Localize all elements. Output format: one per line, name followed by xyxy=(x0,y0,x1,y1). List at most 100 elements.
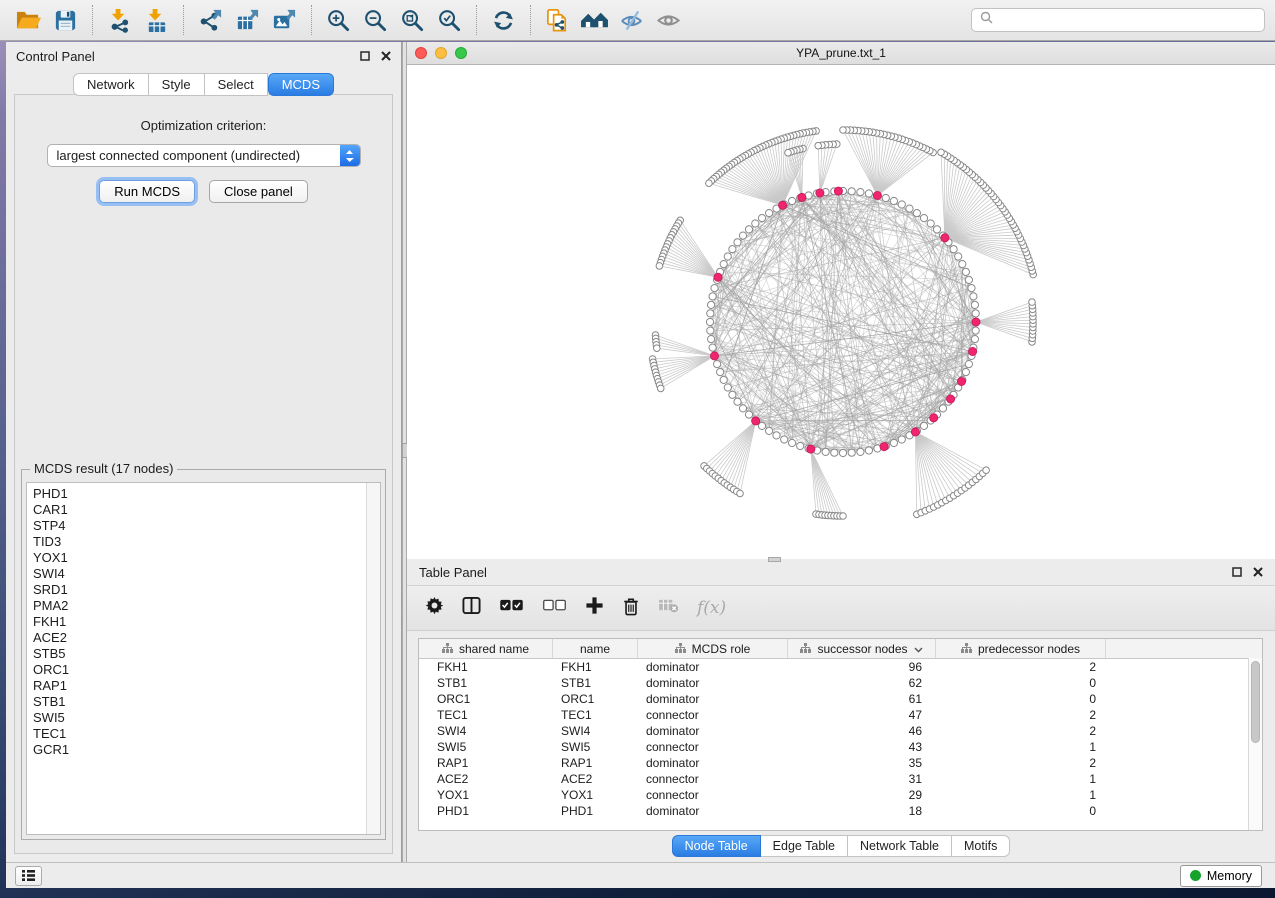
table-scrollbar[interactable] xyxy=(1248,658,1262,830)
close-panel-icon[interactable] xyxy=(381,49,391,64)
network-node[interactable] xyxy=(920,215,927,222)
mcds-result-item[interactable]: GCR1 xyxy=(33,742,366,758)
clone-network-icon[interactable] xyxy=(539,4,576,36)
zoom-selected-icon[interactable] xyxy=(431,4,468,36)
table-row[interactable]: YOX1YOX1connector291 xyxy=(419,787,1262,803)
network-node[interactable] xyxy=(758,422,765,429)
mcds-dominator-node[interactable] xyxy=(957,377,965,385)
mcds-result-item[interactable]: YOX1 xyxy=(33,550,366,566)
network-node[interactable] xyxy=(745,226,752,233)
network-node[interactable] xyxy=(971,336,978,343)
mcds-dominator-node[interactable] xyxy=(779,201,787,209)
network-node[interactable] xyxy=(789,197,796,204)
criterion-dropdown[interactable]: largest connected component (undirected) xyxy=(47,144,361,167)
mcds-list-scrollbar[interactable] xyxy=(366,483,380,834)
network-node[interactable] xyxy=(965,276,972,283)
close-table-panel-icon[interactable] xyxy=(1253,565,1263,580)
run-mcds-button[interactable]: Run MCDS xyxy=(99,180,195,203)
network-node[interactable] xyxy=(950,246,957,253)
table-tab-edge-table[interactable]: Edge Table xyxy=(761,835,848,857)
import-network-icon[interactable] xyxy=(101,4,138,36)
network-leaf-node[interactable] xyxy=(1029,299,1036,306)
table-tab-motifs[interactable]: Motifs xyxy=(952,835,1010,857)
network-node[interactable] xyxy=(729,391,736,398)
horizontal-divider-handle[interactable] xyxy=(768,557,781,562)
mcds-result-item[interactable]: RAP1 xyxy=(33,678,366,694)
network-node[interactable] xyxy=(752,220,759,227)
table-row[interactable]: STB1STB1dominator620 xyxy=(419,675,1262,691)
mcds-result-item[interactable]: FKH1 xyxy=(33,614,366,630)
network-node[interactable] xyxy=(831,449,838,456)
table-row[interactable]: FKH1FKH1dominator962 xyxy=(419,659,1262,675)
mcds-result-item[interactable]: TID3 xyxy=(33,534,366,550)
network-node[interactable] xyxy=(898,201,905,208)
tab-style[interactable]: Style xyxy=(149,73,205,96)
network-node[interactable] xyxy=(857,448,864,455)
column-layout-icon[interactable] xyxy=(462,596,481,620)
mcds-dominator-node[interactable] xyxy=(911,428,919,436)
mcds-dominator-node[interactable] xyxy=(941,234,949,242)
maximize-window-icon[interactable] xyxy=(455,47,467,59)
network-node[interactable] xyxy=(797,442,804,449)
mcds-result-item[interactable]: PMA2 xyxy=(33,598,366,614)
network-node[interactable] xyxy=(822,448,829,455)
network-leaf-node[interactable] xyxy=(815,142,822,149)
open-session-icon[interactable] xyxy=(10,4,47,36)
network-node[interactable] xyxy=(720,261,727,268)
task-history-button[interactable] xyxy=(15,866,42,886)
search-input[interactable] xyxy=(998,12,1256,28)
network-leaf-node[interactable] xyxy=(654,345,661,352)
zoom-in-icon[interactable] xyxy=(320,4,357,36)
table-row[interactable]: SWI4SWI4dominator462 xyxy=(419,723,1262,739)
mcds-result-item[interactable]: STB1 xyxy=(33,694,366,710)
network-node[interactable] xyxy=(720,376,727,383)
mcds-result-item[interactable]: ACE2 xyxy=(33,630,366,646)
network-node[interactable] xyxy=(734,398,741,405)
table-tab-network-table[interactable]: Network Table xyxy=(848,835,952,857)
show-eye-icon[interactable] xyxy=(650,4,687,36)
network-leaf-node[interactable] xyxy=(983,467,990,474)
network-node[interactable] xyxy=(709,293,716,300)
network-canvas[interactable] xyxy=(407,65,1275,559)
network-node[interactable] xyxy=(773,432,780,439)
mcds-result-item[interactable]: STB5 xyxy=(33,646,366,662)
network-node[interactable] xyxy=(890,197,897,204)
network-node[interactable] xyxy=(739,232,746,239)
mcds-dominator-node[interactable] xyxy=(969,347,977,355)
zoom-out-icon[interactable] xyxy=(357,4,394,36)
table-tab-node-table[interactable]: Node Table xyxy=(672,835,761,857)
network-node[interactable] xyxy=(714,361,721,368)
float-panel-icon[interactable] xyxy=(360,49,370,64)
mcds-dominator-node[interactable] xyxy=(798,193,806,201)
close-panel-button[interactable]: Close panel xyxy=(209,180,308,203)
network-leaf-node[interactable] xyxy=(938,149,945,156)
memory-button[interactable]: Memory xyxy=(1180,865,1262,887)
network-node[interactable] xyxy=(962,369,969,376)
mcds-result-item[interactable]: SWI5 xyxy=(33,710,366,726)
import-table-icon[interactable] xyxy=(138,4,175,36)
network-node[interactable] xyxy=(913,210,920,217)
column-header-predecessor-nodes[interactable]: predecessor nodes xyxy=(936,639,1106,658)
float-table-panel-icon[interactable] xyxy=(1232,565,1242,580)
network-window-titlebar[interactable]: YPA_prune.txt_1 xyxy=(407,42,1275,65)
network-node[interactable] xyxy=(766,210,773,217)
network-node[interactable] xyxy=(708,336,715,343)
mcds-dominator-node[interactable] xyxy=(972,318,980,326)
mcds-dominator-node[interactable] xyxy=(714,273,722,281)
network-node[interactable] xyxy=(848,188,855,195)
network-node[interactable] xyxy=(882,194,889,201)
mcds-dominator-node[interactable] xyxy=(816,189,824,197)
mcds-dominator-node[interactable] xyxy=(752,417,760,425)
network-node[interactable] xyxy=(711,285,718,292)
network-leaf-node[interactable] xyxy=(840,513,847,520)
network-node[interactable] xyxy=(971,301,978,308)
export-network-icon[interactable] xyxy=(192,4,229,36)
table-row[interactable]: TEC1TEC1connector472 xyxy=(419,707,1262,723)
network-node[interactable] xyxy=(848,449,855,456)
network-node[interactable] xyxy=(729,246,736,253)
mcds-dominator-node[interactable] xyxy=(873,191,881,199)
network-node[interactable] xyxy=(739,405,746,412)
network-leaf-node[interactable] xyxy=(737,490,744,497)
mcds-result-item[interactable]: TEC1 xyxy=(33,726,366,742)
network-node[interactable] xyxy=(970,293,977,300)
